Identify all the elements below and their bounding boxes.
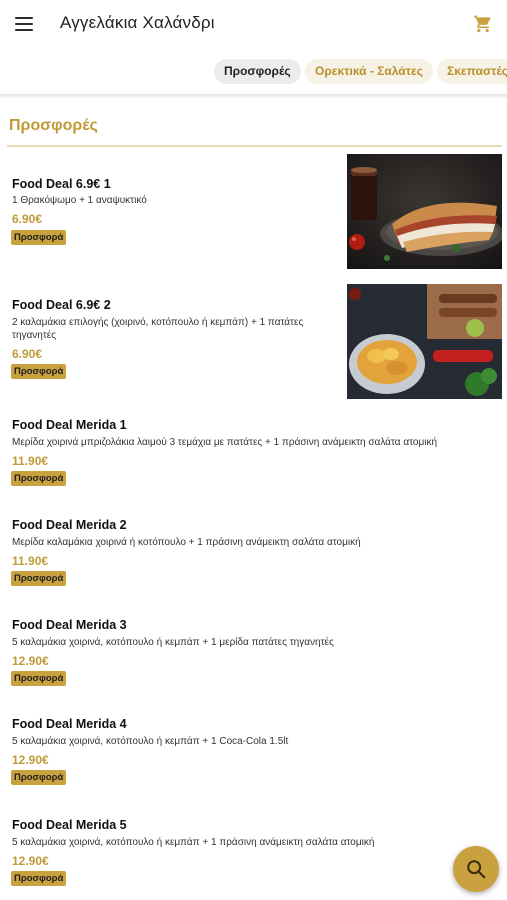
item-name: Food Deal Merida 4 — [12, 717, 127, 731]
menu-item[interactable]: Food Deal 6.9€ 2 2 καλαμάκια επιλογής (χ… — [0, 283, 507, 399]
offer-badge: Προσφορά — [11, 471, 67, 486]
item-description: 5 καλαμάκια χοιρινά, κοτόπουλο ή κεμπάπ … — [12, 736, 289, 747]
menu-item[interactable]: Food Deal Merida 4 5 καλαμάκια χοιρινά, … — [0, 711, 507, 791]
item-description: 5 καλαμάκια χοιρινά, κοτόπουλο ή κεμπάπ … — [12, 837, 375, 848]
item-name: Food Deal Merida 1 — [12, 418, 127, 432]
sandwich-photo — [347, 154, 502, 269]
item-name: Food Deal Merida 5 — [12, 818, 127, 832]
item-price: 12.90€ — [12, 854, 49, 868]
tab-skepastes[interactable]: Σκεπαστές - — [437, 59, 507, 84]
menu-item[interactable]: Food Deal Merida 3 5 καλαμάκια χοιρινά, … — [0, 612, 507, 692]
search-button[interactable] — [453, 846, 499, 892]
offer-badge: Προσφορά — [11, 770, 67, 785]
tab-appetizers-salads[interactable]: Ορεκτικά - Σαλάτες — [305, 59, 433, 84]
menu-item[interactable]: Food Deal Merida 2 Μερίδα καλαμάκια χοιρ… — [0, 512, 507, 592]
header-divider — [0, 94, 507, 98]
app-bar: Αγγελάκια Χαλάνδρι — [0, 0, 507, 50]
tab-offers[interactable]: Προσφορές — [214, 59, 301, 84]
item-price: 6.90€ — [12, 212, 43, 226]
offer-badge: Προσφορά — [11, 871, 67, 886]
item-description: Μερίδα χοιρινά μπριζολάκια λαιμού 3 τεμά… — [12, 437, 438, 448]
offer-badge: Προσφορά — [11, 671, 67, 686]
item-name: Food Deal 6.9€ 2 — [12, 298, 111, 312]
offer-badge: Προσφορά — [11, 230, 67, 245]
offer-badge: Προσφορά — [11, 364, 67, 379]
cart-icon[interactable] — [473, 14, 493, 34]
skewers-fries-photo — [347, 284, 502, 399]
section-divider — [7, 145, 502, 147]
menu-item[interactable]: Food Deal 6.9€ 1 1 Θρακόψωμο + 1 αναψυκτ… — [0, 154, 507, 270]
item-price: 11.90€ — [12, 554, 49, 568]
item-description: 1 Θρακόψωμο + 1 αναψυκτικό — [12, 195, 147, 206]
item-price: 11.90€ — [12, 454, 49, 468]
search-icon — [467, 860, 486, 879]
item-price: 12.90€ — [12, 654, 49, 668]
item-description: 5 καλαμάκια χοιρινά, κοτόπουλο ή κεμπάπ … — [12, 637, 334, 648]
item-name: Food Deal 6.9€ 1 — [12, 177, 111, 191]
menu-item[interactable]: Food Deal Merida 5 5 καλαμάκια χοιρινά, … — [0, 812, 507, 892]
section-title: Προσφορές — [9, 117, 98, 134]
item-price: 6.90€ — [12, 347, 43, 361]
page-title: Αγγελάκια Χαλάνδρι — [60, 13, 215, 32]
item-description: 2 καλαμάκια επιλογής (χοιρινό, κοτόπουλο… — [12, 317, 304, 341]
menu-icon[interactable] — [14, 15, 34, 33]
item-price: 12.90€ — [12, 753, 49, 767]
item-description: Μερίδα καλαμάκια χοιρινά ή κοτόπουλο + 1… — [12, 537, 361, 548]
item-name: Food Deal Merida 3 — [12, 618, 127, 632]
offer-badge: Προσφορά — [11, 571, 67, 586]
item-name: Food Deal Merida 2 — [12, 518, 127, 532]
menu-item[interactable]: Food Deal Merida 1 Μερίδα χοιρινά μπριζο… — [0, 412, 507, 492]
category-tabs: Προσφορές Ορεκτικά - Σαλάτες Σκεπαστές - — [0, 56, 507, 88]
